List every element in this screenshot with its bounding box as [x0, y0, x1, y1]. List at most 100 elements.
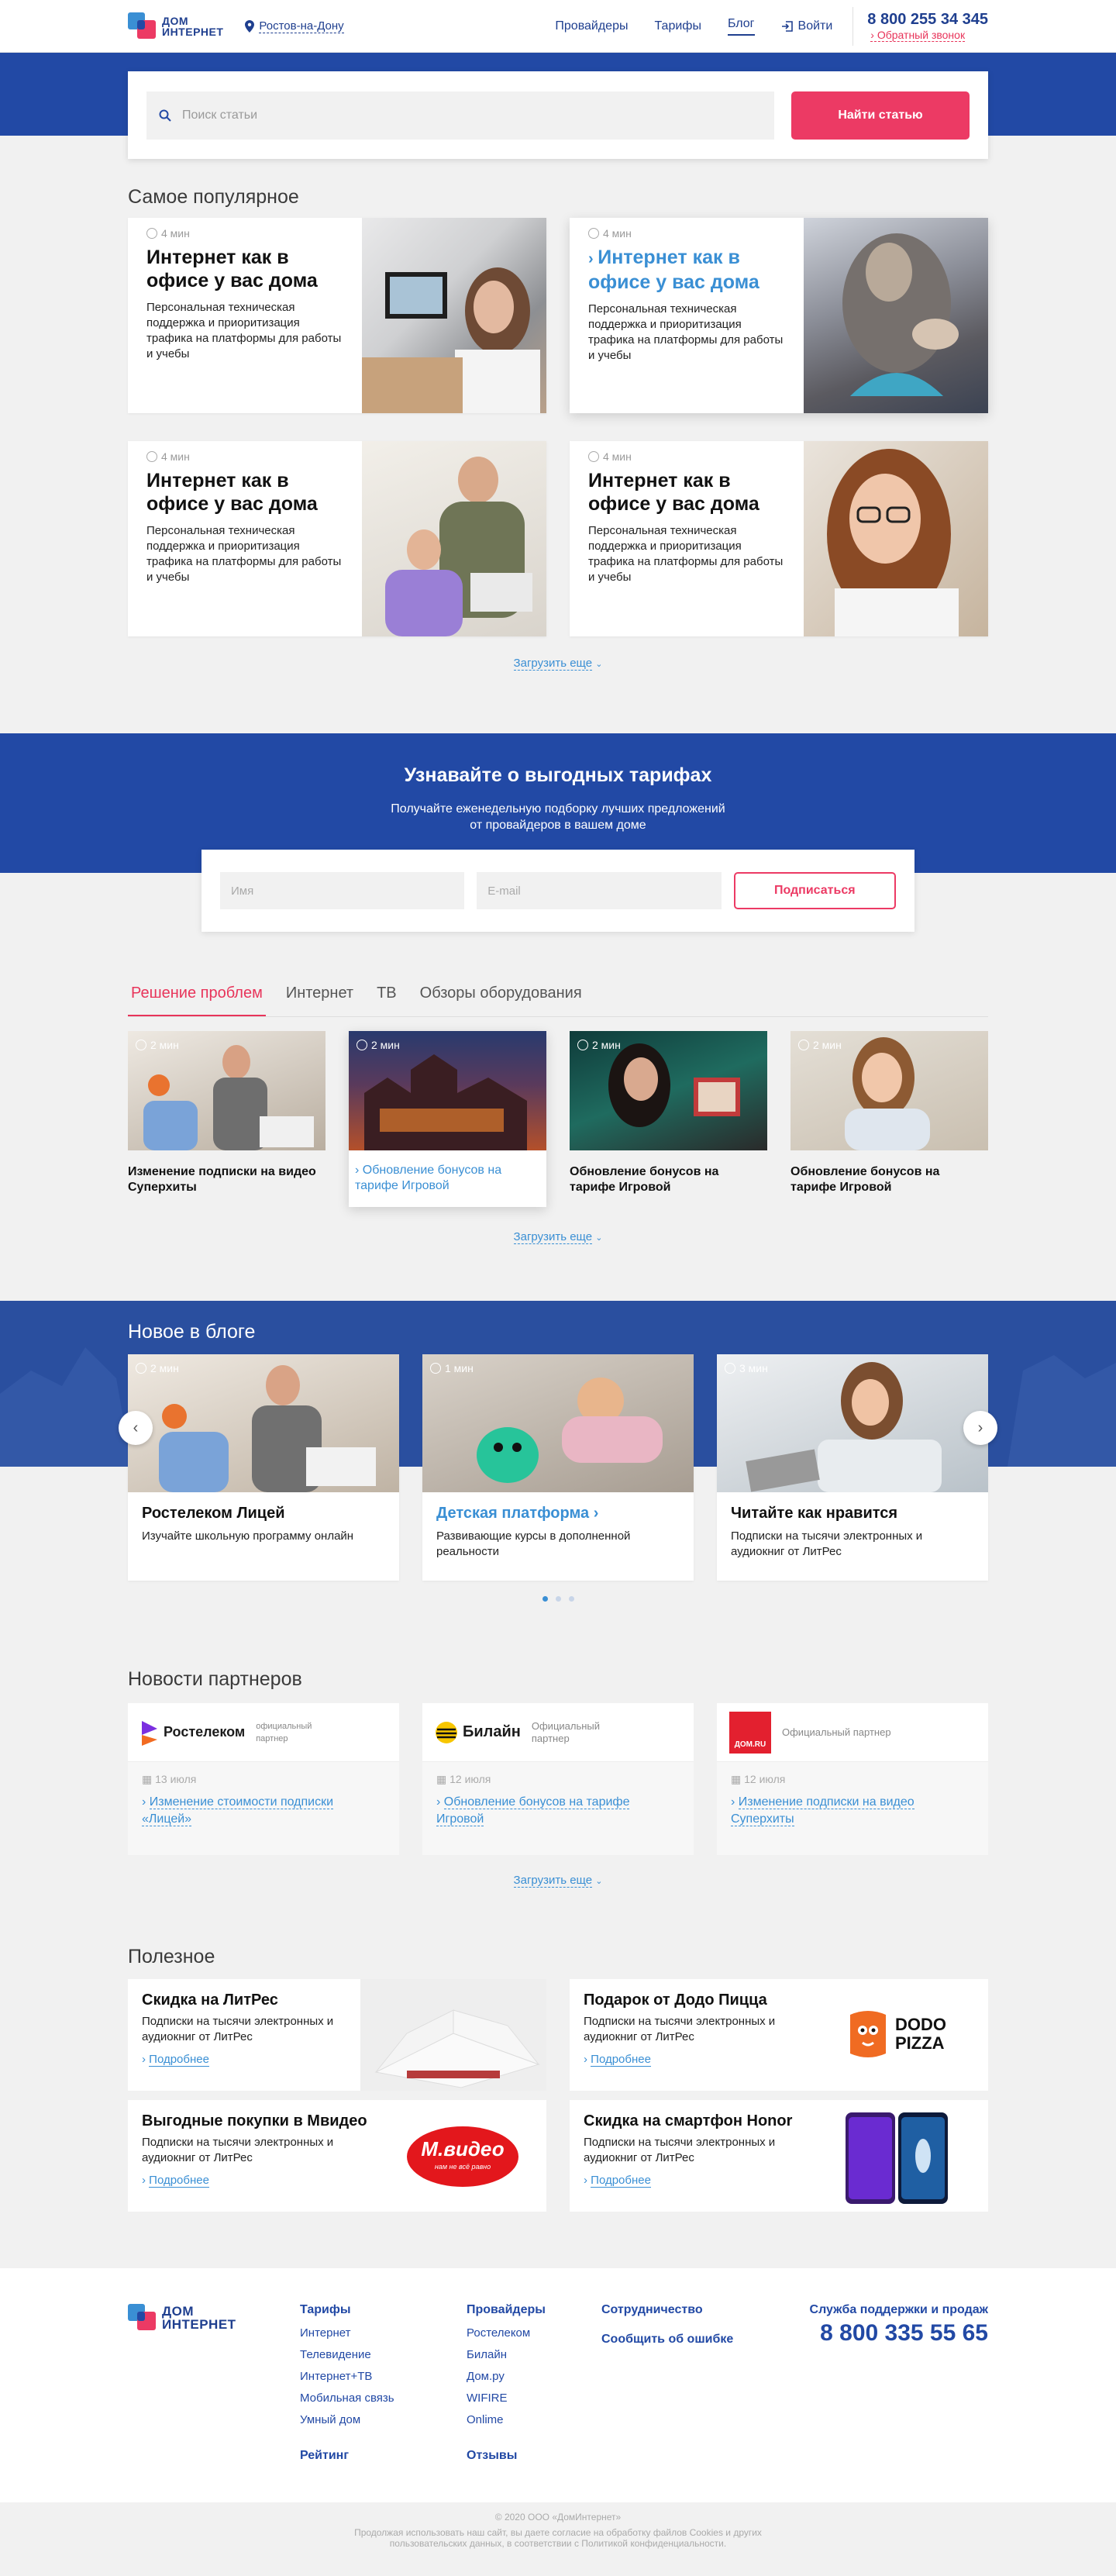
- footer-reviews-link[interactable]: Отзывы: [467, 2445, 546, 2467]
- footer-link[interactable]: Интернет: [300, 2323, 394, 2344]
- tab-equipment[interactable]: Обзоры оборудования: [417, 985, 585, 1016]
- blog-card[interactable]: 1 мин Детская платформа › Развивающие ку…: [422, 1354, 694, 1581]
- father-son-image: [362, 441, 546, 636]
- offer-card[interactable]: Скидка на ЛитРес Подписки на тысячи элек…: [128, 1979, 546, 2091]
- topic-card[interactable]: 2 мин Обновление бонусов на тарифе Игров…: [790, 1031, 988, 1207]
- read-time: 2 мин: [592, 1039, 621, 1051]
- clock-icon: [798, 1040, 809, 1050]
- callback-link[interactable]: › Обратный звонок: [870, 29, 966, 42]
- news-link[interactable]: Изменение подписки на видео Суперхиты: [731, 1795, 914, 1826]
- partner-label: Официальный партнер: [782, 1726, 891, 1738]
- load-more-button[interactable]: Загрузить еще ⌄: [128, 1230, 988, 1244]
- cookie-notice-line2[interactable]: пользовательских данных, в соответствии …: [0, 2538, 1116, 2549]
- search-panel: Поиск статьи Найти статью: [128, 71, 988, 159]
- partner-card[interactable]: Билайн Официальный партнер ▦ 12 июля › О…: [422, 1703, 694, 1855]
- popular-card[interactable]: 4 мин Интернет как в офисе у вас дома Пе…: [128, 218, 546, 413]
- clock-icon: [577, 1040, 588, 1050]
- details-label: Подробнее: [149, 2053, 209, 2067]
- blog-card[interactable]: 2 мин Ростелеком Лицей Изучайте школьную…: [128, 1354, 399, 1581]
- carousel-next-button[interactable]: ›: [963, 1411, 997, 1445]
- footer-tariffs: Тарифы Интернет Телевидение Интернет+ТВ …: [300, 2299, 394, 2468]
- footer-link[interactable]: Телевидение: [300, 2344, 394, 2366]
- news-link[interactable]: Обновление бонусов на тарифе Игровой: [436, 1795, 630, 1826]
- popular-card[interactable]: 4 мин Интернет как в офисе у вас дома Пе…: [570, 441, 988, 636]
- rostelecom-mark-icon: [142, 1720, 157, 1746]
- city-name: Ростов-на-Дону: [259, 19, 344, 33]
- header-phone[interactable]: 8 800 255 34 345: [867, 11, 988, 29]
- copyright: © 2020 ООО «ДомИнтернет»: [494, 2512, 622, 2523]
- blog-card-title: Ростелеком Лицей: [142, 1505, 285, 1522]
- nav-providers[interactable]: Провайдеры: [555, 19, 628, 33]
- carousel-prev-button[interactable]: ‹: [119, 1411, 153, 1445]
- blog-card[interactable]: 3 мин Читайте как нравится Подписки на т…: [717, 1354, 988, 1581]
- nav-tariffs[interactable]: Тарифы: [654, 19, 701, 33]
- search-button[interactable]: Найти статью: [791, 91, 970, 140]
- load-more-label: Загрузить еще: [513, 1230, 593, 1244]
- child-toy-image: 1 мин: [422, 1354, 694, 1492]
- news-date: 12 июля: [450, 1773, 491, 1785]
- card-title: Интернет как в офисе у вас дома: [146, 247, 318, 291]
- offer-card[interactable]: Подарок от Додо Пицца Подписки на тысячи…: [570, 1979, 988, 2091]
- city-selector[interactable]: Ростов-на-Дону: [245, 19, 344, 33]
- footer-link[interactable]: Интернет+ТВ: [300, 2366, 394, 2388]
- login-button[interactable]: Войти: [781, 19, 832, 33]
- footer-support: Служба поддержки и продаж 8 800 335 55 6…: [789, 2299, 988, 2345]
- footer-report-link[interactable]: Сообщить об ошибке: [601, 2329, 733, 2350]
- carousel-dot[interactable]: [568, 1596, 574, 1602]
- popular-card[interactable]: 4 мин › Интернет как в офисе у вас дома …: [570, 218, 988, 413]
- dodo-mark-icon: [850, 2011, 886, 2057]
- topic-card-title: Обновление бонусов на тарифе Игровой: [355, 1164, 502, 1192]
- popular-card[interactable]: 4 мин Интернет как в офисе у вас дома Пе…: [128, 441, 546, 636]
- clock-icon: [588, 451, 599, 462]
- popular-section: Самое популярное 4 мин Интернет как в оф…: [128, 186, 988, 671]
- name-input[interactable]: Имя: [220, 872, 465, 909]
- clock-icon: [430, 1363, 441, 1374]
- chevron-left-icon: ‹: [133, 1419, 139, 1436]
- offer-card[interactable]: Выгодные покупки в Мвидео Подписки на ты…: [128, 2100, 546, 2212]
- load-more-button[interactable]: Загрузить еще ⌄: [128, 1874, 988, 1888]
- offer-card[interactable]: Скидка на смартфон Honor Подписки на тыс…: [570, 2100, 988, 2212]
- load-more-button[interactable]: Загрузить еще ⌄: [128, 657, 988, 671]
- read-time: 2 мин: [150, 1039, 179, 1051]
- footer-logo[interactable]: ДОМ ИНТЕРНЕТ: [128, 2302, 236, 2333]
- carousel-dot[interactable]: [542, 1596, 548, 1602]
- logo[interactable]: ДОМ ИНТЕРНЕТ: [128, 11, 223, 42]
- popular-title: Самое популярное: [128, 186, 299, 208]
- footer-link[interactable]: Ростелеком: [467, 2323, 546, 2344]
- partner-card[interactable]: ДОМ.RU Официальный партнер ▦ 12 июля › И…: [717, 1703, 988, 1855]
- tab-internet[interactable]: Интернет: [283, 985, 356, 1016]
- subscribe-button[interactable]: Подписаться: [733, 872, 896, 909]
- email-input[interactable]: E-mail: [477, 872, 722, 909]
- footer-link[interactable]: WIFIRE: [467, 2388, 546, 2409]
- topic-tabs: Решение проблем Интернет ТВ Обзоры обору…: [128, 985, 988, 1017]
- footer-heading[interactable]: Провайдеры: [467, 2299, 546, 2321]
- topic-card[interactable]: 2 мин Изменение подписки на видео Суперх…: [128, 1031, 326, 1207]
- footer-phone[interactable]: 8 800 335 55 65: [789, 2322, 988, 2345]
- news-link[interactable]: Изменение стоимости подписки «Лицей»: [142, 1795, 334, 1826]
- chevron-down-icon: ⌄: [595, 1233, 603, 1243]
- footer-rating-link[interactable]: Рейтинг: [300, 2445, 394, 2467]
- footer-link[interactable]: Onlime: [467, 2409, 546, 2431]
- topic-card[interactable]: 2 мин › Обновление бонусов на тарифе Игр…: [349, 1031, 546, 1207]
- footer-link[interactable]: Мобильная связь: [300, 2388, 394, 2409]
- footer-link[interactable]: Дом.ру: [467, 2366, 546, 2388]
- tab-problems[interactable]: Решение проблем: [128, 985, 266, 1016]
- nav-blog[interactable]: Блог: [727, 17, 755, 36]
- support-label: Служба поддержки и продаж: [809, 2303, 988, 2316]
- footer-link[interactable]: Умный дом: [300, 2409, 394, 2431]
- footer-coop-link[interactable]: Сотрудничество: [601, 2299, 733, 2321]
- chevron-right-icon: ›: [593, 1505, 599, 1522]
- footer-link[interactable]: Билайн: [467, 2344, 546, 2366]
- calendar-icon: ▦: [436, 1773, 450, 1785]
- search-icon: [159, 109, 171, 122]
- partner-card[interactable]: Ростелеком официальный партнер ▦ 13 июля…: [128, 1703, 399, 1855]
- chevron-right-icon: ›: [436, 1795, 444, 1809]
- tab-tv[interactable]: ТВ: [374, 985, 400, 1016]
- topic-card[interactable]: 2 мин Обновление бонусов на тарифе Игров…: [570, 1031, 767, 1207]
- carousel-dot[interactable]: [555, 1596, 561, 1602]
- book-image: [360, 1979, 546, 2091]
- card-text: Персональная техническая поддержка и при…: [146, 524, 342, 584]
- search-input[interactable]: Поиск статьи: [146, 91, 774, 140]
- partner-brand: Ростелеком: [164, 1724, 246, 1740]
- footer-heading[interactable]: Тарифы: [300, 2299, 394, 2321]
